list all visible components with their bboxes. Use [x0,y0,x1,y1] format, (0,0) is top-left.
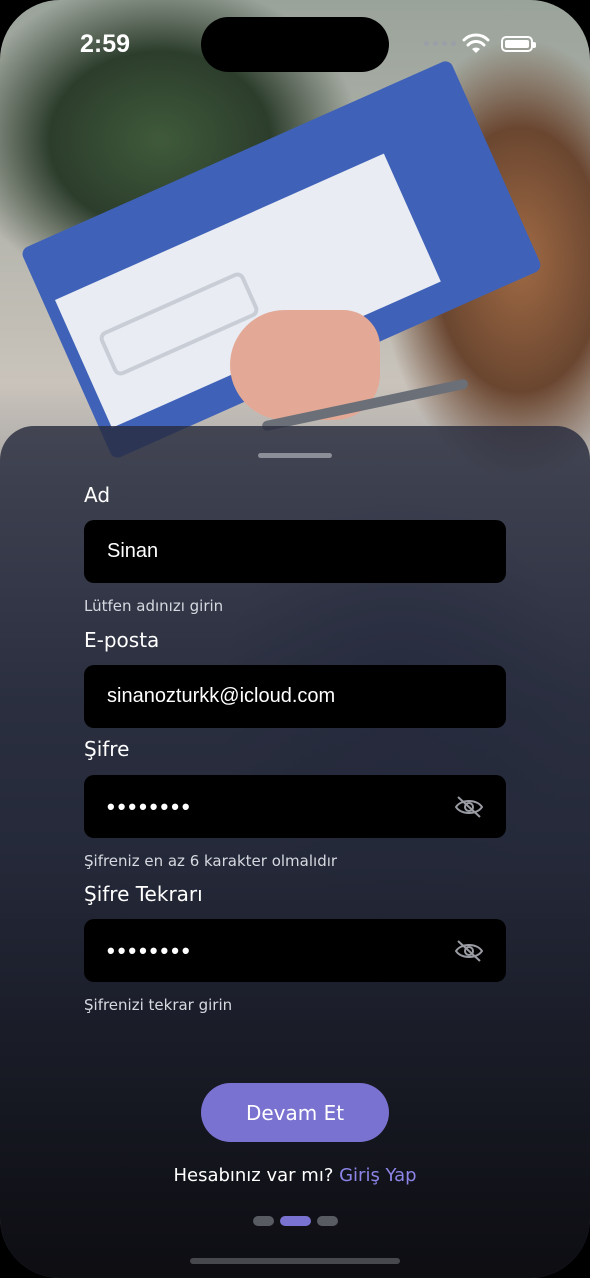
screen: 2:59 Ad Sinan Lütfen adınızı girin E-pos… [0,0,590,1278]
eye-off-icon[interactable] [454,795,484,819]
email-input[interactable]: sinanozturkk@icloud.com [84,665,506,728]
name-hint: Lütfen adınızı girin [84,597,224,615]
eye-off-icon[interactable] [454,939,484,963]
dynamic-island [201,17,389,72]
email-label: E-posta [84,628,160,652]
login-prompt: Hesabınız var mı? Giriş Yap [0,1165,590,1186]
sheet-grabber[interactable] [258,453,332,458]
password-repeat-input[interactable]: •••••••• [84,919,506,982]
wifi-icon [462,33,490,53]
password-input[interactable]: •••••••• [84,775,506,838]
email-input-value: sinanozturkk@icloud.com [107,685,336,707]
home-indicator[interactable] [190,1258,400,1264]
name-input-value: Sinan [107,540,159,562]
password-label: Şifre [84,737,130,761]
cellular-signal-icon [424,41,456,46]
battery-icon [501,36,536,52]
password-repeat-label: Şifre Tekrarı [84,882,203,906]
page-indicator [253,1216,338,1226]
password-repeat-input-value: •••••••• [107,937,193,963]
page-dot-active[interactable] [280,1216,311,1226]
password-repeat-hint: Şifrenizi tekrar girin [84,996,233,1014]
have-account-text: Hesabınız var mı? [173,1165,334,1186]
register-sheet: Ad Sinan Lütfen adınızı girin E-posta si… [0,426,590,1278]
login-link[interactable]: Giriş Yap [339,1165,416,1186]
page-dot[interactable] [253,1216,274,1226]
status-time: 2:59 [80,30,131,58]
name-input[interactable]: Sinan [84,520,506,583]
page-dot[interactable] [317,1216,338,1226]
password-input-value: •••••••• [107,793,193,819]
continue-button[interactable]: Devam Et [201,1083,389,1142]
name-label: Ad [84,483,111,507]
password-hint: Şifreniz en az 6 karakter olmalıdır [84,852,338,870]
